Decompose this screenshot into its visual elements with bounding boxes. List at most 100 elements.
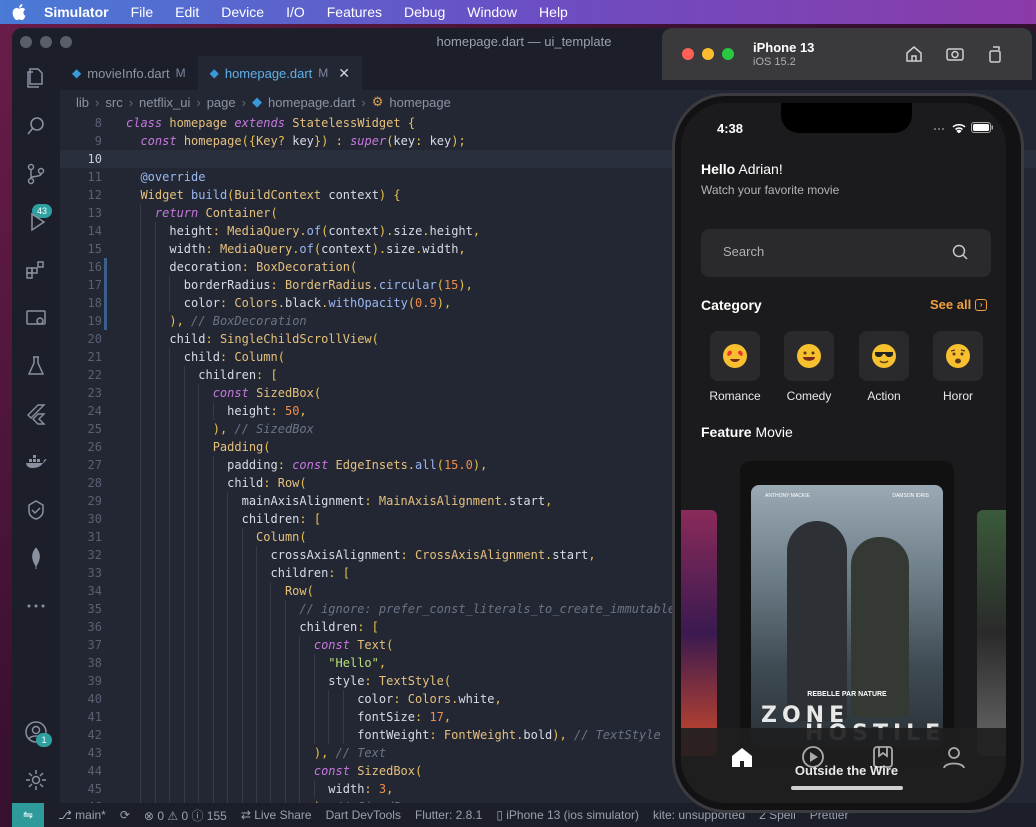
modified-indicator: M bbox=[175, 66, 186, 80]
category-label: Horor bbox=[942, 389, 973, 403]
line-number: 42 bbox=[87, 728, 102, 742]
feature-poster[interactable]: ANTHONY MACKIE DAMSON IDRIS REBELLE PAR N… bbox=[751, 485, 943, 747]
remote-indicator-icon[interactable]: ⇋ bbox=[12, 803, 44, 827]
line-number: 26 bbox=[87, 440, 102, 454]
line-number: 17 bbox=[87, 278, 102, 292]
remote-explorer-icon[interactable] bbox=[24, 306, 48, 330]
mongodb-leaf-icon[interactable] bbox=[24, 546, 48, 570]
code-text: // ignore: prefer_const_literals_to_crea… bbox=[299, 602, 683, 616]
close-tab-icon[interactable]: ✕ bbox=[338, 65, 350, 82]
breadcrumb-item[interactable]: netflix_ui bbox=[139, 95, 190, 110]
tab-movieinfo[interactable]: ◆ movieInfo.dart M bbox=[60, 56, 198, 90]
source-control-icon[interactable] bbox=[24, 162, 48, 186]
docker-icon[interactable] bbox=[24, 450, 48, 474]
problems-status[interactable]: ⊗ 0 ⚠ 0 ⓘ 155 bbox=[144, 807, 227, 824]
breadcrumb-item[interactable]: homepage bbox=[389, 95, 450, 110]
tab-homepage[interactable]: ◆ homepage.dart M ✕ bbox=[197, 56, 363, 90]
line-number: 12 bbox=[87, 188, 102, 202]
minimize-window-button[interactable] bbox=[702, 48, 714, 60]
live-share-status[interactable]: ⇄ Live Share bbox=[241, 808, 312, 822]
screenshot-camera-icon[interactable] bbox=[945, 44, 965, 64]
code-text: class homepage extends StatelessWidget { bbox=[126, 116, 416, 130]
search-icon[interactable] bbox=[24, 114, 48, 138]
category-action[interactable]: Action bbox=[852, 331, 916, 403]
code-text: const Text( bbox=[313, 638, 394, 652]
breadcrumb-item[interactable]: page bbox=[207, 95, 236, 110]
breadcrumb-item[interactable]: src bbox=[105, 95, 122, 110]
activity-bar: 43 1 bbox=[12, 56, 60, 803]
menubar-app-name[interactable]: Simulator bbox=[44, 4, 109, 20]
code-text: Padding( bbox=[212, 440, 271, 454]
explorer-icon[interactable] bbox=[24, 66, 48, 90]
menu-device[interactable]: Device bbox=[221, 4, 264, 20]
menu-features[interactable]: Features bbox=[327, 4, 382, 20]
search-field[interactable]: Search bbox=[701, 229, 991, 277]
line-number: 28 bbox=[87, 476, 102, 490]
menu-help[interactable]: Help bbox=[539, 4, 568, 20]
menu-file[interactable]: File bbox=[131, 4, 154, 20]
breadcrumb-item[interactable]: lib bbox=[76, 95, 89, 110]
iphone-screen: 4:38 Hello Adrian! Watch your favorite m… bbox=[681, 103, 1006, 803]
line-number: 15 bbox=[87, 242, 102, 256]
code-text: color: Colors.black.withOpacity(0.9), bbox=[183, 296, 452, 310]
sync-icon[interactable]: ⟳ bbox=[120, 808, 130, 822]
tab-label: movieInfo.dart bbox=[87, 65, 170, 81]
close-window-button[interactable] bbox=[682, 48, 694, 60]
line-number: 35 bbox=[87, 602, 102, 616]
line-number: 25 bbox=[87, 422, 102, 436]
greeting-subtitle: Watch your favorite movie bbox=[701, 183, 840, 197]
code-text: Widget build(BuildContext context) { bbox=[140, 188, 401, 202]
code-text: child: SingleChildScrollView( bbox=[169, 332, 379, 346]
line-number: 30 bbox=[87, 512, 102, 526]
line-number: 11 bbox=[87, 170, 102, 184]
line-number: 8 bbox=[94, 116, 102, 130]
menu-edit[interactable]: Edit bbox=[175, 4, 199, 20]
testing-flask-icon[interactable] bbox=[24, 354, 48, 378]
poster-figure bbox=[851, 537, 909, 717]
line-number: 23 bbox=[87, 386, 102, 400]
see-all-button[interactable]: See all › bbox=[930, 297, 988, 312]
side-poster-right[interactable] bbox=[977, 510, 1006, 756]
apple-icon[interactable] bbox=[12, 4, 26, 20]
tab-label: homepage.dart bbox=[224, 65, 313, 81]
flutter-version-status[interactable]: Flutter: 2.8.1 bbox=[415, 808, 482, 822]
code-text: child: Column( bbox=[183, 350, 285, 364]
run-debug-icon[interactable] bbox=[24, 210, 48, 234]
rotate-icon[interactable] bbox=[985, 44, 1005, 64]
git-change-marker bbox=[104, 312, 107, 330]
menu-debug[interactable]: Debug bbox=[404, 4, 445, 20]
code-text: height: 50, bbox=[227, 404, 307, 418]
breadcrumb: lib › src › netflix_ui › page › ◆ homepage.d… bbox=[76, 94, 451, 110]
search-icon[interactable] bbox=[951, 243, 969, 261]
category-label: Comedy bbox=[786, 389, 832, 403]
category-comedy[interactable]: Comedy bbox=[777, 331, 841, 403]
kite-check-icon[interactable] bbox=[24, 498, 48, 522]
code-text: const SizedBox( bbox=[313, 764, 423, 778]
category-horror[interactable]: Horor bbox=[926, 331, 990, 403]
dart-devtools-status[interactable]: Dart DevTools bbox=[326, 808, 401, 822]
line-number: 41 bbox=[87, 710, 102, 724]
branch-status[interactable]: ⎇ main* bbox=[58, 808, 106, 822]
line-number: 32 bbox=[87, 548, 102, 562]
category-romance[interactable]: Romance bbox=[703, 331, 767, 403]
breadcrumb-item[interactable]: homepage.dart bbox=[268, 95, 355, 110]
code-text: "Hello", bbox=[328, 656, 387, 670]
code-text: children: [ bbox=[198, 368, 278, 382]
menu-io[interactable]: I/O bbox=[286, 4, 305, 20]
home-indicator[interactable] bbox=[791, 786, 903, 790]
zoom-window-button[interactable] bbox=[722, 48, 734, 60]
device-status[interactable]: ▯ iPhone 13 (ios simulator) bbox=[496, 808, 639, 822]
account-badge: 1 bbox=[36, 733, 52, 747]
menu-window[interactable]: Window bbox=[467, 4, 517, 20]
flutter-icon[interactable] bbox=[24, 402, 48, 426]
code-text: mainAxisAlignment: MainAxisAlignment.sta… bbox=[241, 494, 553, 508]
line-number: 44 bbox=[87, 764, 102, 778]
home-icon[interactable] bbox=[904, 44, 924, 64]
code-text: ), // BoxDecoration bbox=[169, 314, 307, 328]
side-poster-left[interactable] bbox=[681, 510, 717, 756]
class-symbol-icon: ⚙ bbox=[371, 94, 384, 109]
more-icon[interactable] bbox=[24, 594, 48, 618]
line-number: 14 bbox=[87, 224, 102, 238]
settings-gear-icon[interactable] bbox=[24, 768, 48, 792]
extensions-icon[interactable] bbox=[24, 258, 48, 282]
